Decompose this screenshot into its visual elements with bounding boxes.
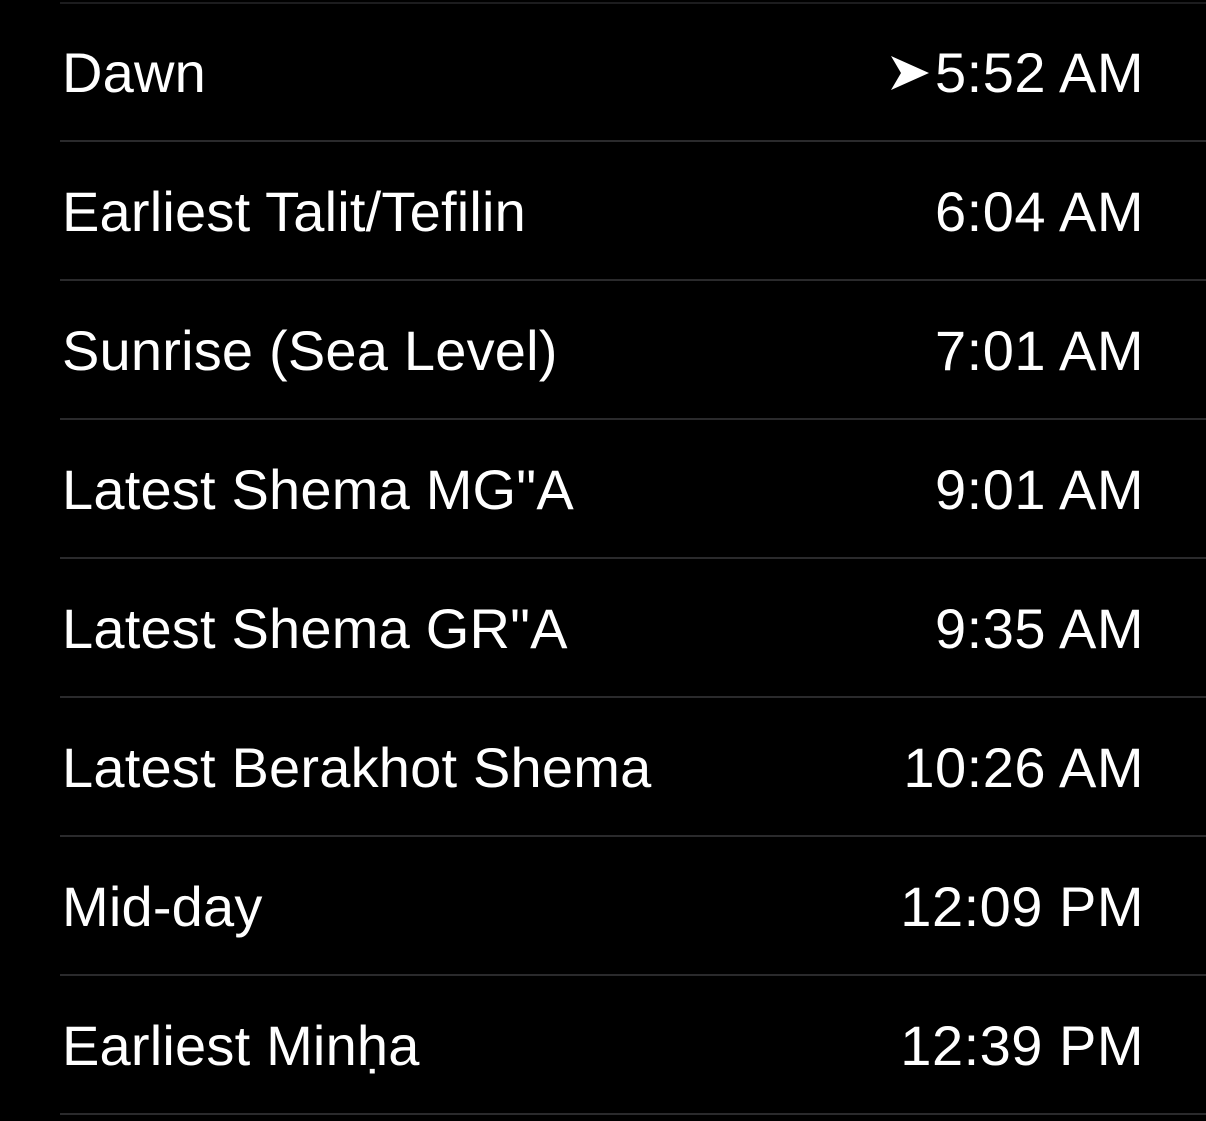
list-item-sunrise[interactable]: Sunrise (Sea Level) 7:01 AM xyxy=(0,281,1206,420)
zman-label: Latest Shema MG"A xyxy=(62,458,574,521)
zman-label: Dawn xyxy=(62,41,206,104)
list-item-latest-shema-mga[interactable]: Latest Shema MG"A 9:01 AM xyxy=(0,420,1206,559)
zman-label: Latest Shema GR"A xyxy=(62,597,568,660)
zman-time-container: 9:35 AM xyxy=(935,559,1144,698)
zman-time-container: 9:01 AM xyxy=(935,420,1144,559)
zmanim-list: Dawn 5:52 AM Earliest Talit/Tefilin 6:04… xyxy=(0,3,1206,1115)
zman-time-container: 7:01 AM xyxy=(935,281,1144,420)
list-item-earliest-talit-tefilin[interactable]: Earliest Talit/Tefilin 6:04 AM xyxy=(0,142,1206,281)
zman-time: 7:01 AM xyxy=(935,319,1144,382)
zman-time-container: 12:09 PM xyxy=(900,837,1144,976)
zman-label: Latest Berakhot Shema xyxy=(62,736,652,799)
list-item-latest-berakhot-shema[interactable]: Latest Berakhot Shema 10:26 AM xyxy=(0,698,1206,837)
zman-time: 6:04 AM xyxy=(935,180,1144,243)
zman-time-container: 5:52 AM xyxy=(889,3,1144,142)
list-item-mid-day[interactable]: Mid-day 12:09 PM xyxy=(0,837,1206,976)
zman-label: Earliest Minḥa xyxy=(62,1014,420,1077)
zman-time-container: 10:26 AM xyxy=(903,698,1144,837)
zman-time: 10:26 AM xyxy=(903,736,1144,799)
list-item-latest-shema-gra[interactable]: Latest Shema GR"A 9:35 AM xyxy=(0,559,1206,698)
zman-time: 12:09 PM xyxy=(900,875,1144,938)
list-item-earliest-minha[interactable]: Earliest Minḥa 12:39 PM xyxy=(0,976,1206,1115)
zman-label: Earliest Talit/Tefilin xyxy=(62,180,526,243)
list-item-dawn[interactable]: Dawn 5:52 AM xyxy=(0,3,1206,142)
zman-time-container: 12:39 PM xyxy=(900,976,1144,1115)
zman-time: 9:35 AM xyxy=(935,597,1144,660)
zman-time: 12:39 PM xyxy=(900,1014,1144,1077)
zman-time: 9:01 AM xyxy=(935,458,1144,521)
location-arrow-icon xyxy=(889,53,931,93)
zman-label: Mid-day xyxy=(62,875,263,938)
zman-time-container: 6:04 AM xyxy=(935,142,1144,281)
zman-time: 5:52 AM xyxy=(935,41,1144,104)
zman-label: Sunrise (Sea Level) xyxy=(62,319,558,382)
